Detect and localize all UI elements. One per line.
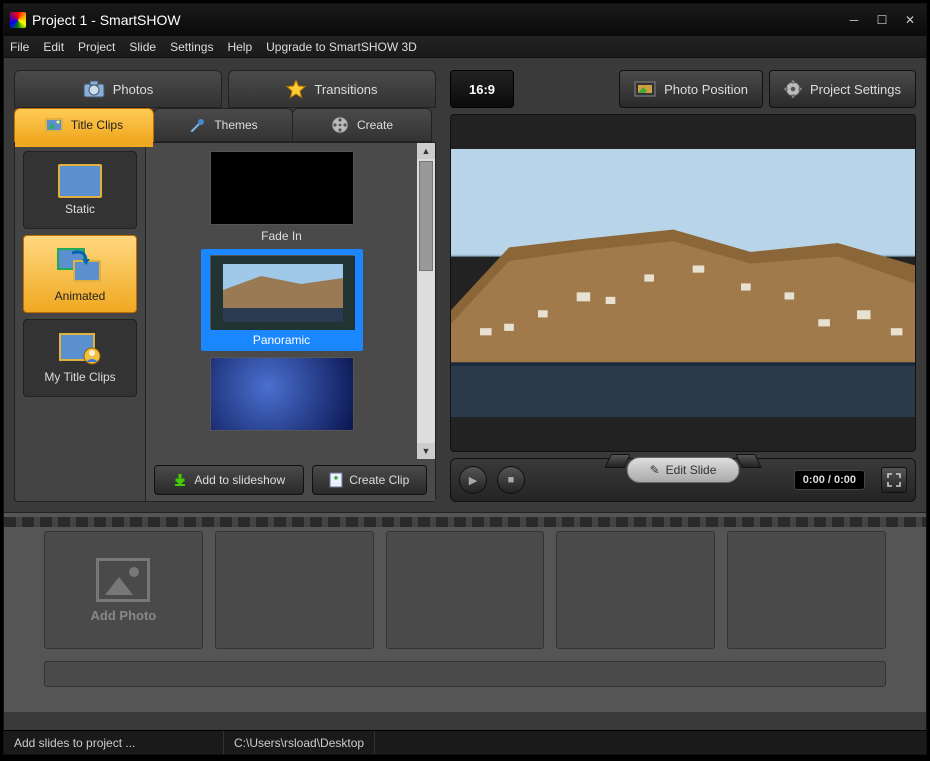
close-button[interactable]: ✕ xyxy=(900,12,920,28)
picture-frame-icon xyxy=(634,81,656,97)
clip-third[interactable] xyxy=(201,357,363,431)
category-my-clips[interactable]: My Title Clips xyxy=(23,319,137,397)
minimize-button[interactable]: ─ xyxy=(844,12,864,28)
menu-help[interactable]: Help xyxy=(227,40,252,54)
subtab-create[interactable]: Create xyxy=(292,108,432,142)
scroll-thumb[interactable] xyxy=(419,161,433,271)
gear-icon xyxy=(784,80,802,98)
photo-position-label: Photo Position xyxy=(664,82,748,97)
add-to-slideshow-label: Add to slideshow xyxy=(194,473,285,487)
subtab-title-clips[interactable]: Title Clips xyxy=(14,108,154,142)
category-animated[interactable]: Animated xyxy=(23,235,137,313)
edit-slide-label: Edit Slide xyxy=(666,463,717,477)
menu-upgrade[interactable]: Upgrade to SmartSHOW 3D xyxy=(266,40,417,54)
audio-track[interactable] xyxy=(44,661,886,687)
picture-motion-icon xyxy=(56,245,104,285)
clip-fade-in[interactable]: Fade In xyxy=(201,151,363,243)
fullscreen-button[interactable] xyxy=(881,467,907,493)
project-settings-button[interactable]: Project Settings xyxy=(769,70,916,108)
subtab-title-clips-label: Title Clips xyxy=(71,118,123,132)
tab-photos-label: Photos xyxy=(113,82,153,97)
tab-photos[interactable]: Photos xyxy=(14,70,222,108)
subtab-themes-label: Themes xyxy=(214,118,257,132)
statusbar: Add slides to project ... C:\Users\rsloa… xyxy=(4,730,926,754)
menubar: File Edit Project Slide Settings Help Up… xyxy=(4,36,926,58)
menu-slide[interactable]: Slide xyxy=(129,40,156,54)
scroll-down-icon[interactable]: ▼ xyxy=(417,443,435,459)
create-clip-label: Create Clip xyxy=(349,473,409,487)
status-path: C:\Users\rsload\Desktop xyxy=(224,731,375,754)
aspect-ratio-label: 16:9 xyxy=(469,82,495,97)
preview-image xyxy=(451,149,915,418)
timeline-slot[interactable] xyxy=(215,531,374,649)
add-photo-label: Add Photo xyxy=(91,608,157,623)
clip-fade-in-label: Fade In xyxy=(261,229,302,243)
maximize-button[interactable]: ☐ xyxy=(872,12,892,28)
subtab-create-label: Create xyxy=(357,118,393,132)
project-settings-label: Project Settings xyxy=(810,82,901,97)
scroll-up-icon[interactable]: ▲ xyxy=(417,143,435,159)
plus-page-icon xyxy=(329,472,343,488)
category-my-clips-label: My Title Clips xyxy=(44,370,115,384)
download-arrow-icon xyxy=(172,472,188,488)
aspect-ratio[interactable]: 16:9 xyxy=(450,70,514,108)
titlebar: Project 1 - SmartSHOW ─ ☐ ✕ xyxy=(4,4,926,36)
timeline-slot[interactable] xyxy=(727,531,886,649)
timeline-slot[interactable] xyxy=(386,531,545,649)
category-static-label: Static xyxy=(65,202,95,216)
preview-controls: ▶ ■ ✎ Edit Slide 0:00 / 0:00 xyxy=(450,458,916,502)
timeline: Add Photo xyxy=(4,512,926,712)
play-button[interactable]: ▶ xyxy=(459,466,487,494)
status-hint: Add slides to project ... xyxy=(4,731,224,754)
timeline-slot[interactable] xyxy=(556,531,715,649)
scrollbar[interactable]: ▲ ▼ xyxy=(417,143,435,459)
film-reel-icon xyxy=(331,116,349,134)
category-animated-label: Animated xyxy=(55,289,106,303)
clip-panoramic-label: Panoramic xyxy=(253,333,310,347)
stop-button[interactable]: ■ xyxy=(497,466,525,494)
window-title: Project 1 - SmartSHOW xyxy=(32,12,181,28)
create-clip-button[interactable]: Create Clip xyxy=(312,465,427,495)
camera-icon xyxy=(83,80,105,98)
add-photo-slot[interactable]: Add Photo xyxy=(44,531,203,649)
add-to-slideshow-button[interactable]: Add to slideshow xyxy=(154,465,304,495)
edit-slide-button[interactable]: ✎ Edit Slide xyxy=(627,457,740,483)
menu-settings[interactable]: Settings xyxy=(170,40,213,54)
app-icon xyxy=(10,12,26,28)
menu-edit[interactable]: Edit xyxy=(43,40,64,54)
menu-project[interactable]: Project xyxy=(78,40,115,54)
brush-icon xyxy=(188,117,206,133)
category-static[interactable]: Static xyxy=(23,151,137,229)
menu-file[interactable]: File xyxy=(10,40,29,54)
title-clips-icon xyxy=(45,118,63,132)
preview-area xyxy=(450,114,916,452)
clip-panoramic[interactable]: Panoramic xyxy=(201,249,363,351)
subtab-themes[interactable]: Themes xyxy=(153,108,293,142)
clips-list: Fade In Panoramic xyxy=(146,143,417,459)
picture-user-icon xyxy=(58,332,102,366)
time-display: 0:00 / 0:00 xyxy=(794,470,865,490)
tab-transitions[interactable]: Transitions xyxy=(228,70,436,108)
tab-transitions-label: Transitions xyxy=(314,82,377,97)
star-icon xyxy=(286,79,306,99)
pencil-icon: ✎ xyxy=(650,463,660,477)
photo-position-button[interactable]: Photo Position xyxy=(619,70,763,108)
picture-placeholder-icon xyxy=(96,558,150,602)
picture-icon xyxy=(58,164,102,198)
